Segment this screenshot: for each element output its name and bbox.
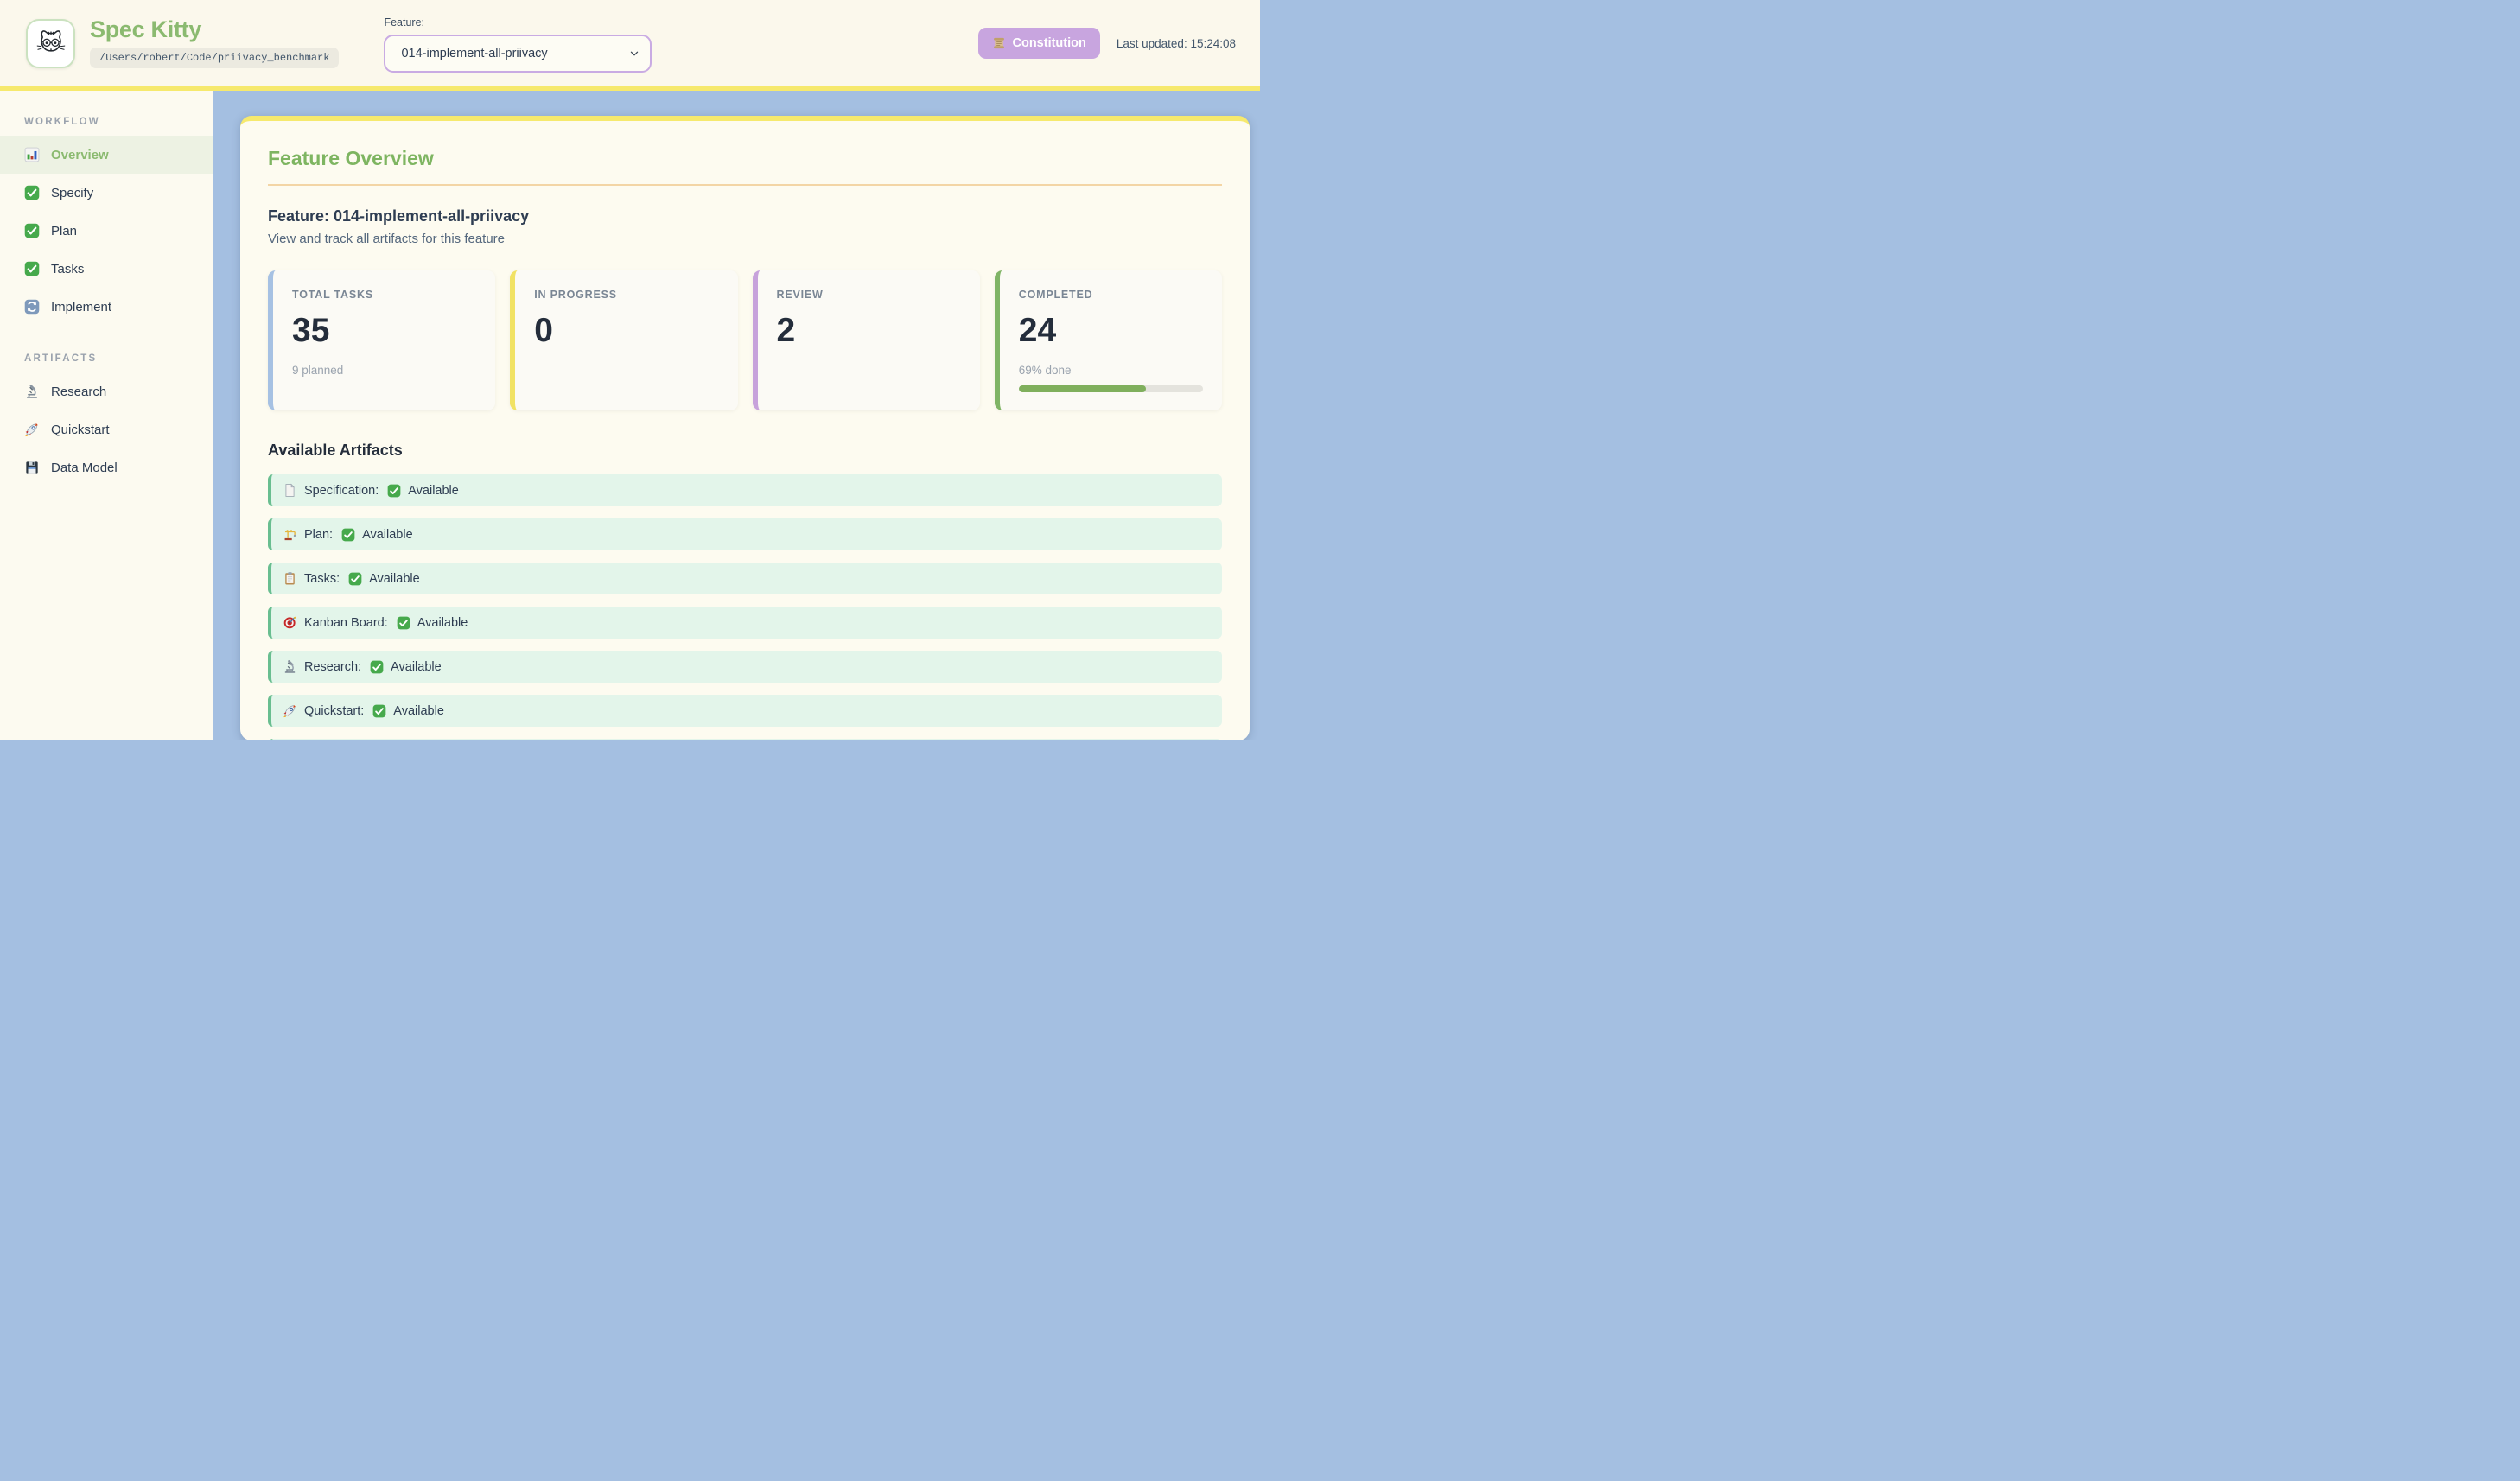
app-title: Spec Kitty — [90, 18, 339, 41]
header-right: Constitution Last updated: 15:24:08 — [978, 28, 1237, 59]
sidebar-section-artifacts-title: ARTIFACTS — [24, 353, 213, 364]
artifact-status: Available — [393, 704, 444, 718]
feature-heading: Feature: 014-implement-all-priivacy — [268, 207, 1222, 226]
artifact-status: Available — [408, 484, 459, 498]
check-icon — [24, 223, 40, 238]
bar-chart-icon — [24, 147, 40, 162]
stats-row: TOTAL TASKS 35 9 planned IN PROGRESS 0 R… — [268, 270, 1222, 410]
cat-logo-icon — [33, 25, 69, 61]
stat-value: 2 — [777, 314, 961, 347]
check-icon — [387, 484, 401, 498]
stat-label: REVIEW — [777, 289, 961, 301]
sidebar-item-label: Tasks — [51, 262, 84, 276]
microscope-icon — [283, 659, 297, 674]
artifact-label: Plan: — [304, 528, 333, 542]
sidebar-item-label: Data Model — [51, 461, 118, 475]
check-icon — [397, 616, 410, 630]
check-icon — [372, 704, 386, 718]
page-title: Feature Overview — [268, 147, 1222, 170]
artifact-label: Kanban Board: — [304, 616, 388, 630]
check-icon — [24, 261, 40, 276]
stat-label: COMPLETED — [1019, 289, 1203, 301]
sidebar-item-specify[interactable]: Specify — [0, 174, 213, 212]
artifact-status: Available — [369, 572, 420, 586]
artifact-label: Research: — [304, 660, 361, 674]
completion-progress-fill — [1019, 385, 1146, 392]
artifact-label: Quickstart: — [304, 704, 364, 718]
crane-icon — [283, 527, 297, 542]
sidebar: WORKFLOW Overview Specify Plan Tasks Imp… — [0, 91, 213, 740]
stat-card-total-tasks: TOTAL TASKS 35 9 planned — [268, 270, 495, 410]
sidebar-item-quickstart[interactable]: Quickstart — [0, 410, 213, 448]
refresh-icon — [24, 299, 40, 315]
artifact-row-plan[interactable]: Plan: Available — [268, 518, 1222, 550]
sidebar-item-tasks[interactable]: Tasks — [0, 250, 213, 288]
artifact-row-data-model[interactable]: Data Model: Available — [268, 739, 1222, 740]
constitution-button[interactable]: Constitution — [978, 28, 1100, 59]
stat-card-review: REVIEW 2 — [753, 270, 980, 410]
sidebar-section-workflow-title: WORKFLOW — [24, 117, 213, 127]
available-artifacts-title: Available Artifacts — [268, 442, 1222, 460]
artifact-row-tasks[interactable]: Tasks: Available — [268, 563, 1222, 594]
rocket-icon — [24, 422, 40, 437]
main-area: Feature Overview Feature: 014-implement-… — [213, 91, 1260, 740]
check-icon — [24, 185, 40, 200]
sidebar-item-label: Quickstart — [51, 423, 110, 437]
stat-value: 24 — [1019, 314, 1203, 347]
check-icon — [341, 528, 355, 542]
page-icon — [283, 483, 297, 498]
stat-sub — [777, 364, 961, 378]
feature-select[interactable]: 014-implement-all-priivacy — [384, 35, 652, 73]
sidebar-item-research[interactable]: Research — [0, 372, 213, 410]
artifact-status: Available — [391, 660, 442, 674]
stat-card-in-progress: IN PROGRESS 0 — [510, 270, 737, 410]
artifact-status: Available — [362, 528, 413, 542]
stat-value: 0 — [534, 314, 718, 347]
stat-value: 35 — [292, 314, 476, 347]
feature-overview-card: Feature Overview Feature: 014-implement-… — [240, 116, 1250, 740]
microscope-icon — [24, 384, 40, 399]
floppy-icon — [24, 460, 40, 475]
scroll-icon — [992, 36, 1006, 50]
artifact-row-specification[interactable]: Specification: Available — [268, 474, 1222, 506]
feature-select-group: Feature: 014-implement-all-priivacy — [384, 15, 652, 73]
check-icon — [348, 572, 362, 586]
artifact-label: Specification: — [304, 484, 379, 498]
sidebar-item-label: Specify — [51, 186, 93, 200]
sidebar-item-label: Research — [51, 385, 106, 399]
stat-label: IN PROGRESS — [534, 289, 718, 301]
app-logo — [26, 19, 75, 68]
completion-progress-bar — [1019, 385, 1203, 392]
target-icon — [283, 615, 297, 630]
feature-select-label: Feature: — [384, 16, 652, 29]
stat-sub: 9 planned — [292, 364, 476, 378]
artifact-row-research[interactable]: Research: Available — [268, 651, 1222, 683]
constitution-button-label: Constitution — [1013, 37, 1086, 50]
artifact-row-kanban-board[interactable]: Kanban Board: Available — [268, 607, 1222, 639]
stat-sub — [534, 364, 718, 378]
stat-card-completed: COMPLETED 24 69% done — [995, 270, 1222, 410]
stat-sub: 69% done — [1019, 364, 1203, 378]
artifact-row-quickstart[interactable]: Quickstart: Available — [268, 695, 1222, 727]
sidebar-item-label: Plan — [51, 224, 77, 238]
last-updated-text: Last updated: 15:24:08 — [1117, 37, 1236, 50]
sidebar-item-label: Overview — [51, 148, 109, 162]
feature-subheading: View and track all artifacts for this fe… — [268, 232, 1222, 246]
divider — [268, 184, 1222, 186]
sidebar-item-label: Implement — [51, 300, 111, 315]
sidebar-item-overview[interactable]: Overview — [0, 136, 213, 174]
sidebar-item-plan[interactable]: Plan — [0, 212, 213, 250]
project-path: /Users/robert/Code/priivacy_benchmark — [90, 48, 339, 68]
stat-label: TOTAL TASKS — [292, 289, 476, 301]
sidebar-item-data-model[interactable]: Data Model — [0, 448, 213, 486]
artifact-label: Tasks: — [304, 572, 340, 586]
check-icon — [370, 660, 384, 674]
sidebar-item-implement[interactable]: Implement — [0, 288, 213, 326]
app-header: Spec Kitty /Users/robert/Code/priivacy_b… — [0, 0, 1260, 91]
artifact-status: Available — [417, 616, 468, 630]
title-block: Spec Kitty /Users/robert/Code/priivacy_b… — [90, 18, 339, 68]
rocket-icon — [283, 703, 297, 718]
clipboard-icon — [283, 571, 297, 586]
